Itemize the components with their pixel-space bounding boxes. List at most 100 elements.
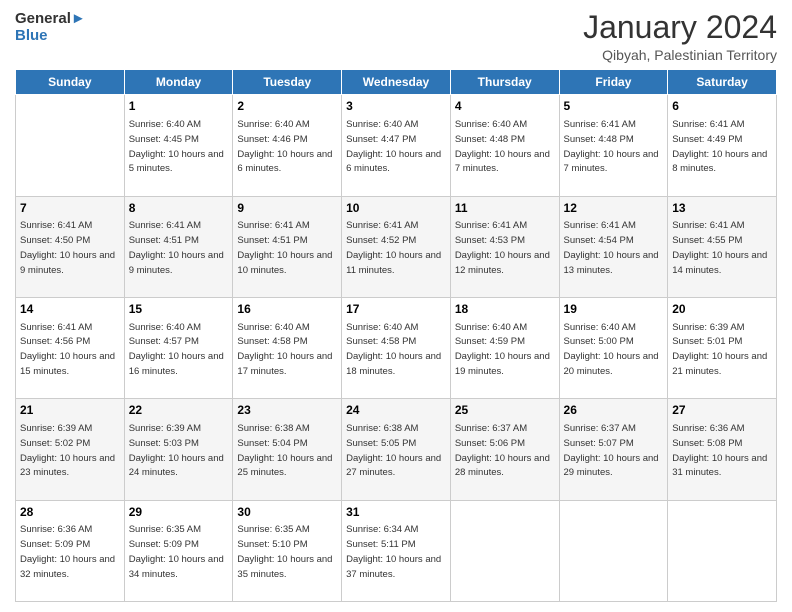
table-row: 27 Sunrise: 6:36 AMSunset: 5:08 PMDaylig… (668, 399, 777, 500)
table-row: 9 Sunrise: 6:41 AMSunset: 4:51 PMDayligh… (233, 196, 342, 297)
cell-day-number: 27 (672, 402, 772, 419)
cell-day-number: 18 (455, 301, 555, 318)
cell-day-number: 25 (455, 402, 555, 419)
cell-day-number: 10 (346, 200, 446, 217)
table-row: 20 Sunrise: 6:39 AMSunset: 5:01 PMDaylig… (668, 297, 777, 398)
cell-day-number: 26 (564, 402, 664, 419)
table-row: 12 Sunrise: 6:41 AMSunset: 4:54 PMDaylig… (559, 196, 668, 297)
table-row: 26 Sunrise: 6:37 AMSunset: 5:07 PMDaylig… (559, 399, 668, 500)
cell-sunrise: Sunrise: 6:37 AMSunset: 5:07 PMDaylight:… (564, 423, 659, 478)
cell-day-number: 2 (237, 98, 337, 115)
cell-sunrise: Sunrise: 6:41 AMSunset: 4:56 PMDaylight:… (20, 322, 115, 377)
cell-day-number: 3 (346, 98, 446, 115)
cell-day-number: 31 (346, 504, 446, 521)
table-row: 6 Sunrise: 6:41 AMSunset: 4:49 PMDayligh… (668, 95, 777, 196)
cell-day-number: 21 (20, 402, 120, 419)
cell-day-number: 8 (129, 200, 229, 217)
month-year: January 2024 (583, 10, 777, 45)
cell-sunrise: Sunrise: 6:40 AMSunset: 4:47 PMDaylight:… (346, 119, 441, 174)
cell-sunrise: Sunrise: 6:38 AMSunset: 5:05 PMDaylight:… (346, 423, 441, 478)
cell-day-number: 22 (129, 402, 229, 419)
cell-day-number: 4 (455, 98, 555, 115)
cell-sunrise: Sunrise: 6:40 AMSunset: 4:58 PMDaylight:… (346, 322, 441, 377)
table-row: 5 Sunrise: 6:41 AMSunset: 4:48 PMDayligh… (559, 95, 668, 196)
table-row: 2 Sunrise: 6:40 AMSunset: 4:46 PMDayligh… (233, 95, 342, 196)
cell-day-number: 13 (672, 200, 772, 217)
table-row (559, 500, 668, 601)
cell-sunrise: Sunrise: 6:40 AMSunset: 4:57 PMDaylight:… (129, 322, 224, 377)
col-wednesday: Wednesday (342, 70, 451, 95)
calendar-week-row: 28 Sunrise: 6:36 AMSunset: 5:09 PMDaylig… (16, 500, 777, 601)
cell-sunrise: Sunrise: 6:41 AMSunset: 4:48 PMDaylight:… (564, 119, 659, 174)
cell-sunrise: Sunrise: 6:41 AMSunset: 4:54 PMDaylight:… (564, 220, 659, 275)
cell-sunrise: Sunrise: 6:40 AMSunset: 4:58 PMDaylight:… (237, 322, 332, 377)
cell-sunrise: Sunrise: 6:40 AMSunset: 4:45 PMDaylight:… (129, 119, 224, 174)
cell-day-number: 12 (564, 200, 664, 217)
cell-sunrise: Sunrise: 6:39 AMSunset: 5:02 PMDaylight:… (20, 423, 115, 478)
table-row: 29 Sunrise: 6:35 AMSunset: 5:09 PMDaylig… (124, 500, 233, 601)
cell-sunrise: Sunrise: 6:41 AMSunset: 4:55 PMDaylight:… (672, 220, 767, 275)
cell-sunrise: Sunrise: 6:41 AMSunset: 4:50 PMDaylight:… (20, 220, 115, 275)
cell-sunrise: Sunrise: 6:39 AMSunset: 5:03 PMDaylight:… (129, 423, 224, 478)
header: General► Blue January 2024 Qibyah, Pales… (15, 10, 777, 63)
location: Qibyah, Palestinian Territory (583, 47, 777, 63)
cell-sunrise: Sunrise: 6:40 AMSunset: 4:59 PMDaylight:… (455, 322, 550, 377)
cell-day-number: 11 (455, 200, 555, 217)
col-thursday: Thursday (450, 70, 559, 95)
cell-sunrise: Sunrise: 6:41 AMSunset: 4:52 PMDaylight:… (346, 220, 441, 275)
cell-day-number: 15 (129, 301, 229, 318)
cell-sunrise: Sunrise: 6:38 AMSunset: 5:04 PMDaylight:… (237, 423, 332, 478)
cell-day-number: 28 (20, 504, 120, 521)
table-row: 15 Sunrise: 6:40 AMSunset: 4:57 PMDaylig… (124, 297, 233, 398)
col-friday: Friday (559, 70, 668, 95)
logo: General► Blue (15, 10, 86, 45)
table-row: 30 Sunrise: 6:35 AMSunset: 5:10 PMDaylig… (233, 500, 342, 601)
cell-day-number: 24 (346, 402, 446, 419)
cell-day-number: 1 (129, 98, 229, 115)
table-row: 11 Sunrise: 6:41 AMSunset: 4:53 PMDaylig… (450, 196, 559, 297)
cell-sunrise: Sunrise: 6:41 AMSunset: 4:51 PMDaylight:… (237, 220, 332, 275)
cell-sunrise: Sunrise: 6:35 AMSunset: 5:09 PMDaylight:… (129, 524, 224, 579)
calendar-week-row: 14 Sunrise: 6:41 AMSunset: 4:56 PMDaylig… (16, 297, 777, 398)
calendar-week-row: 1 Sunrise: 6:40 AMSunset: 4:45 PMDayligh… (16, 95, 777, 196)
cell-sunrise: Sunrise: 6:35 AMSunset: 5:10 PMDaylight:… (237, 524, 332, 579)
cell-sunrise: Sunrise: 6:36 AMSunset: 5:09 PMDaylight:… (20, 524, 115, 579)
table-row: 1 Sunrise: 6:40 AMSunset: 4:45 PMDayligh… (124, 95, 233, 196)
table-row: 24 Sunrise: 6:38 AMSunset: 5:05 PMDaylig… (342, 399, 451, 500)
calendar-week-row: 21 Sunrise: 6:39 AMSunset: 5:02 PMDaylig… (16, 399, 777, 500)
table-row: 8 Sunrise: 6:41 AMSunset: 4:51 PMDayligh… (124, 196, 233, 297)
cell-day-number: 17 (346, 301, 446, 318)
table-row: 31 Sunrise: 6:34 AMSunset: 5:11 PMDaylig… (342, 500, 451, 601)
cell-day-number: 29 (129, 504, 229, 521)
cell-sunrise: Sunrise: 6:41 AMSunset: 4:49 PMDaylight:… (672, 119, 767, 174)
table-row: 14 Sunrise: 6:41 AMSunset: 4:56 PMDaylig… (16, 297, 125, 398)
table-row: 13 Sunrise: 6:41 AMSunset: 4:55 PMDaylig… (668, 196, 777, 297)
cell-day-number: 9 (237, 200, 337, 217)
table-row: 18 Sunrise: 6:40 AMSunset: 4:59 PMDaylig… (450, 297, 559, 398)
cell-sunrise: Sunrise: 6:39 AMSunset: 5:01 PMDaylight:… (672, 322, 767, 377)
table-row: 25 Sunrise: 6:37 AMSunset: 5:06 PMDaylig… (450, 399, 559, 500)
col-saturday: Saturday (668, 70, 777, 95)
calendar-header-row: Sunday Monday Tuesday Wednesday Thursday… (16, 70, 777, 95)
col-tuesday: Tuesday (233, 70, 342, 95)
cell-day-number: 16 (237, 301, 337, 318)
calendar-week-row: 7 Sunrise: 6:41 AMSunset: 4:50 PMDayligh… (16, 196, 777, 297)
table-row: 23 Sunrise: 6:38 AMSunset: 5:04 PMDaylig… (233, 399, 342, 500)
cell-day-number: 14 (20, 301, 120, 318)
col-monday: Monday (124, 70, 233, 95)
cell-day-number: 6 (672, 98, 772, 115)
cell-sunrise: Sunrise: 6:36 AMSunset: 5:08 PMDaylight:… (672, 423, 767, 478)
cell-sunrise: Sunrise: 6:40 AMSunset: 4:46 PMDaylight:… (237, 119, 332, 174)
col-sunday: Sunday (16, 70, 125, 95)
table-row: 16 Sunrise: 6:40 AMSunset: 4:58 PMDaylig… (233, 297, 342, 398)
table-row (16, 95, 125, 196)
cell-sunrise: Sunrise: 6:41 AMSunset: 4:51 PMDaylight:… (129, 220, 224, 275)
cell-day-number: 20 (672, 301, 772, 318)
cell-day-number: 23 (237, 402, 337, 419)
table-row (450, 500, 559, 601)
cell-day-number: 7 (20, 200, 120, 217)
table-row: 10 Sunrise: 6:41 AMSunset: 4:52 PMDaylig… (342, 196, 451, 297)
cell-day-number: 5 (564, 98, 664, 115)
table-row (668, 500, 777, 601)
cell-sunrise: Sunrise: 6:40 AMSunset: 4:48 PMDaylight:… (455, 119, 550, 174)
